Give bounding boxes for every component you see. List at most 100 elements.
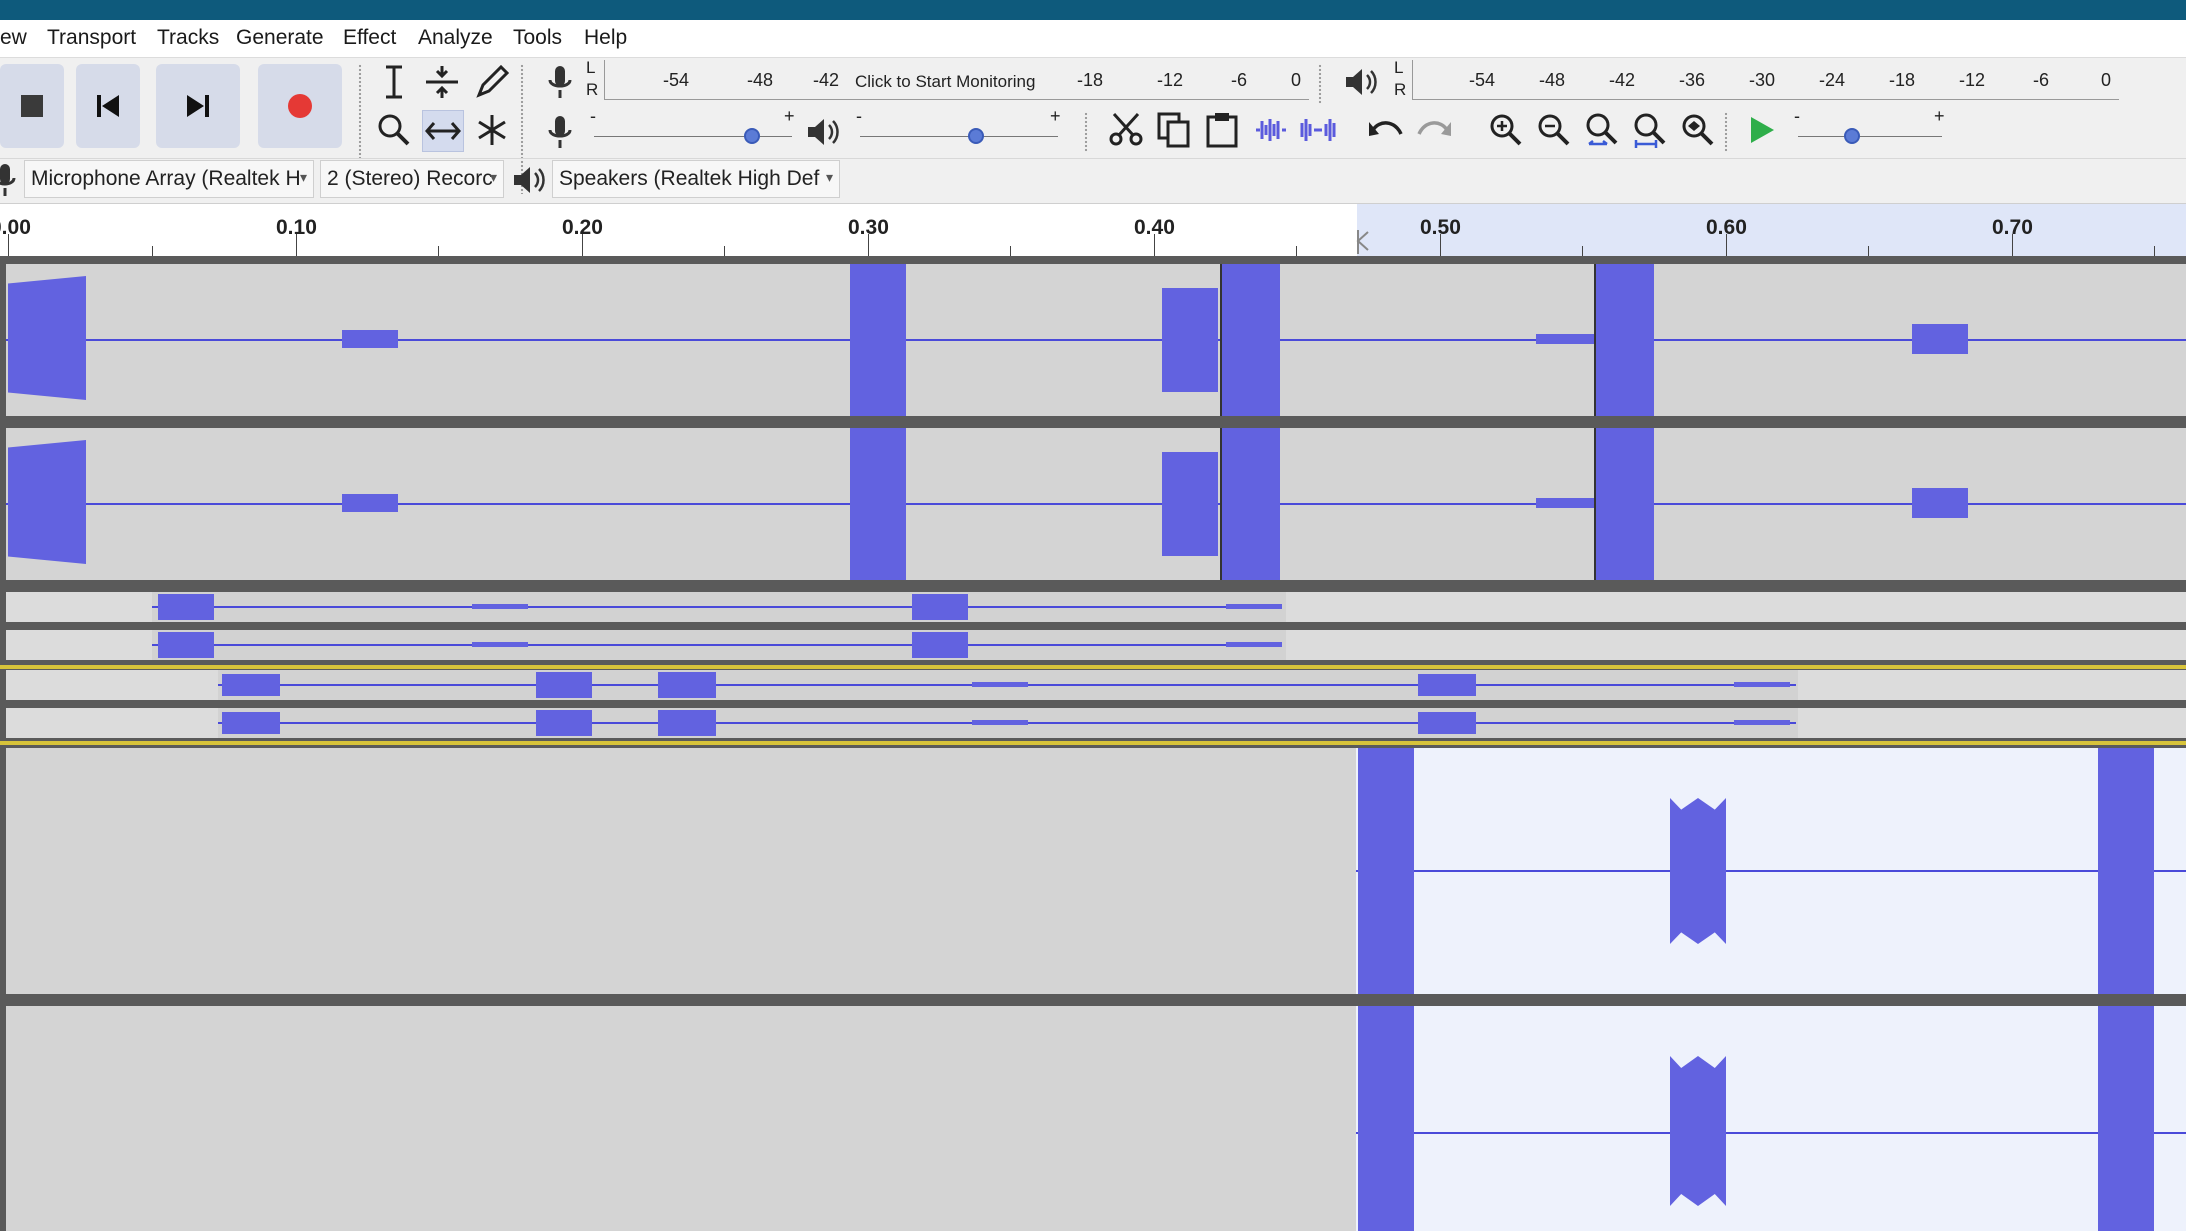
waveform-clip[interactable]	[850, 264, 906, 416]
play-speed-slider[interactable]: - +	[1794, 106, 1950, 152]
waveform-clip[interactable]	[1226, 642, 1282, 647]
slider-thumb[interactable]	[968, 128, 984, 144]
waveform-clip[interactable]	[1734, 682, 1790, 687]
record-meter-button[interactable]	[540, 62, 580, 102]
track-1-channel-left[interactable]	[6, 264, 2186, 416]
waveform-clip[interactable]	[1226, 604, 1282, 609]
waveform-clip[interactable]	[2098, 748, 2154, 994]
menu-generate[interactable]: Generate	[236, 26, 324, 50]
playback-volume-slider[interactable]: - +	[856, 106, 1066, 152]
track-3-channel-right[interactable]	[6, 708, 2186, 738]
skip-to-start-button[interactable]	[76, 64, 140, 148]
menu-help[interactable]: Help	[584, 26, 627, 50]
selection-tool[interactable]	[374, 62, 414, 102]
waveform-clip[interactable]	[1536, 334, 1596, 344]
waveform-clip[interactable]	[222, 712, 280, 734]
start-monitoring-prompt[interactable]: Click to Start Monitoring	[855, 72, 1035, 92]
waveform-clip[interactable]	[972, 720, 1028, 725]
record-button[interactable]	[258, 64, 342, 148]
waveform-clip[interactable]	[1670, 798, 1726, 944]
waveform-clip[interactable]	[1418, 712, 1476, 734]
slider-thumb[interactable]	[744, 128, 760, 144]
menu-transport[interactable]: Transport	[47, 26, 136, 50]
waveform-clip[interactable]	[1358, 1006, 1414, 1231]
multi-tool[interactable]	[472, 110, 512, 150]
undo-button[interactable]	[1366, 110, 1406, 150]
waveform-clip[interactable]	[8, 440, 86, 564]
cut-button[interactable]	[1106, 110, 1146, 150]
scissors-icon	[1109, 112, 1143, 146]
waveform-clip[interactable]	[658, 710, 716, 736]
waveform-clip[interactable]	[1912, 488, 1968, 518]
time-shift-tool[interactable]	[422, 110, 464, 152]
paste-button[interactable]	[1202, 110, 1242, 150]
zoom-toggle-button[interactable]	[1678, 110, 1718, 150]
track-4-channel-left[interactable]	[6, 748, 2186, 994]
menu-effect[interactable]: Effect	[343, 26, 396, 50]
waveform-clip[interactable]	[1418, 674, 1476, 696]
waveform-clip[interactable]	[8, 276, 86, 400]
track-3-channel-left[interactable]	[6, 670, 2186, 700]
track-1-channel-right[interactable]	[6, 428, 2186, 580]
menu-tracks[interactable]: Tracks	[157, 26, 219, 50]
waveform-clip[interactable]	[158, 594, 214, 620]
timeline-ruler[interactable]: 0.00 0.10 0.20 0.30 0.40 0.50 0.60 0.70	[0, 204, 2186, 258]
silence-audio-button[interactable]	[1298, 110, 1338, 150]
waveform-clip[interactable]	[536, 710, 592, 736]
input-channels-select[interactable]: 2 (Stereo) Recorc ▾	[320, 160, 504, 198]
waveform-clip[interactable]	[222, 674, 280, 696]
zoom-in-button[interactable]	[1486, 110, 1526, 150]
copy-button[interactable]	[1154, 110, 1194, 150]
play-meter-button[interactable]	[1342, 62, 1382, 102]
waveform-clip[interactable]	[342, 494, 398, 512]
recording-volume-slider[interactable]: - +	[590, 106, 800, 152]
waveform-clip[interactable]	[1912, 324, 1968, 354]
waveform-clip[interactable]	[850, 428, 906, 580]
waveform-clip[interactable]	[1536, 498, 1596, 508]
waveform-clip[interactable]	[1222, 264, 1280, 416]
slider-thumb[interactable]	[1844, 128, 1860, 144]
menu-analyze[interactable]: Analyze	[418, 26, 493, 50]
fit-project-button[interactable]	[1630, 110, 1670, 150]
draw-tool[interactable]	[472, 62, 512, 102]
waveform-clip[interactable]	[912, 594, 968, 620]
skip-to-end-button[interactable]	[156, 64, 240, 148]
waveform-clip[interactable]	[1162, 452, 1218, 556]
zoom-out-button[interactable]	[1534, 110, 1574, 150]
track-2-channel-right[interactable]	[6, 630, 2186, 660]
trim-audio-button[interactable]	[1250, 110, 1290, 150]
playback-meter[interactable]: -54 -48 -42 -36 -30 -24 -18 -12 -6 0	[1412, 60, 2119, 100]
waveform-clip[interactable]	[1670, 1056, 1726, 1206]
waveform-clip[interactable]	[1222, 428, 1280, 580]
menu-tools[interactable]: Tools	[513, 26, 562, 50]
output-device-select[interactable]: Speakers (Realtek High Def ▾	[552, 160, 840, 198]
stop-button[interactable]	[0, 64, 64, 148]
waveform-clip[interactable]	[1358, 748, 1414, 994]
track-2-channel-left[interactable]	[6, 592, 2186, 622]
waveform-clip[interactable]	[2098, 1006, 2154, 1231]
redo-button[interactable]	[1414, 110, 1454, 150]
recording-meter[interactable]: -54 -48 -42 Click to Start Monitoring -1…	[604, 60, 1309, 100]
waveform-clip[interactable]	[342, 330, 398, 348]
envelope-tool[interactable]	[422, 62, 462, 102]
menu-view[interactable]: ew	[0, 26, 27, 50]
waveform-clip[interactable]	[972, 682, 1028, 687]
play-at-speed-button[interactable]	[1742, 110, 1782, 150]
waveform-clip[interactable]	[658, 672, 716, 698]
track-4-channel-right[interactable]	[6, 1006, 2186, 1231]
waveform-clip[interactable]	[1596, 428, 1654, 580]
waveform-clip[interactable]	[1734, 720, 1790, 725]
toolbar-grip[interactable]	[1724, 112, 1728, 152]
waveform-clip[interactable]	[1596, 264, 1654, 416]
waveform-clip[interactable]	[912, 632, 968, 658]
waveform-clip[interactable]	[1162, 288, 1218, 392]
toolbar-grip[interactable]	[1318, 64, 1322, 104]
input-device-select[interactable]: Microphone Array (Realtek H ▾	[24, 160, 314, 198]
waveform-clip[interactable]	[158, 632, 214, 658]
waveform-clip[interactable]	[472, 604, 528, 609]
toolbar-grip[interactable]	[1084, 112, 1088, 152]
zoom-tool[interactable]	[374, 110, 414, 150]
fit-selection-button[interactable]	[1582, 110, 1622, 150]
waveform-clip[interactable]	[472, 642, 528, 647]
waveform-clip[interactable]	[536, 672, 592, 698]
